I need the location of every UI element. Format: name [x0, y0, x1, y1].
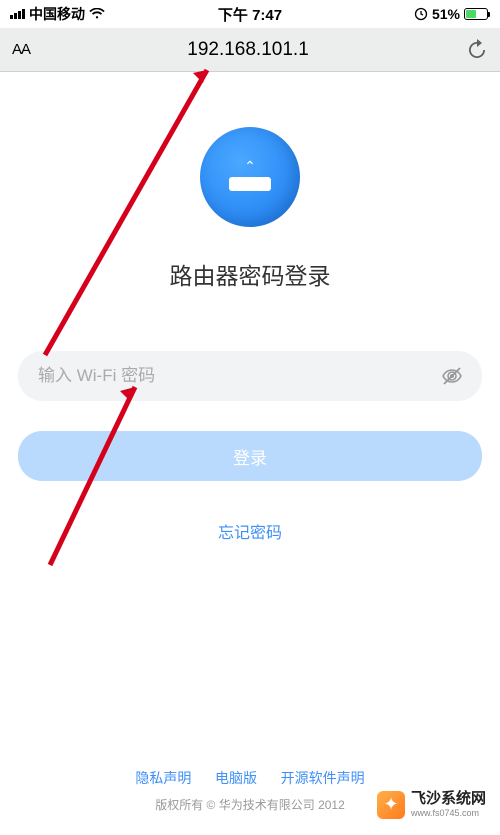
router-logo: ⌃: [200, 127, 300, 227]
refresh-icon[interactable]: [466, 39, 488, 61]
toggle-visibility-icon[interactable]: [440, 364, 464, 388]
signal-icon: [10, 9, 25, 19]
watermark-title: 飞沙系统网: [411, 790, 486, 808]
opensource-link[interactable]: 开源软件声明: [281, 770, 365, 786]
battery-icon: [464, 8, 490, 20]
address-bar: AA 192.168.101.1: [0, 28, 500, 72]
status-right: 51%: [414, 6, 490, 22]
watermark-sub: www.fs0745.com: [411, 808, 486, 819]
page-title: 路由器密码登录: [18, 257, 482, 291]
text-size-button[interactable]: AA: [12, 41, 30, 58]
password-field-wrap[interactable]: [18, 351, 482, 401]
watermark: ✦ 飞沙系统网 www.fs0745.com: [371, 786, 492, 823]
time-label: 下午 7:47: [218, 4, 282, 25]
login-button[interactable]: 登录: [18, 431, 482, 481]
main-content: ⌃ 路由器密码登录 登录 忘记密码: [0, 127, 500, 543]
carrier-label: 中国移动: [29, 4, 85, 24]
password-input[interactable]: [38, 366, 432, 386]
desktop-link[interactable]: 电脑版: [215, 770, 257, 786]
forgot-password-link[interactable]: 忘记密码: [218, 525, 282, 542]
status-bar: 中国移动 下午 7:47 51%: [0, 0, 500, 28]
footer-links: 隐私声明 电脑版 开源软件声明: [0, 768, 500, 788]
privacy-link[interactable]: 隐私声明: [135, 770, 191, 786]
url-field[interactable]: 192.168.101.1: [40, 39, 456, 61]
status-left: 中国移动: [10, 4, 105, 24]
rotation-lock-icon: [414, 7, 428, 21]
watermark-icon: ✦: [377, 791, 405, 819]
battery-percent: 51%: [432, 6, 460, 22]
wifi-icon: [89, 8, 105, 20]
